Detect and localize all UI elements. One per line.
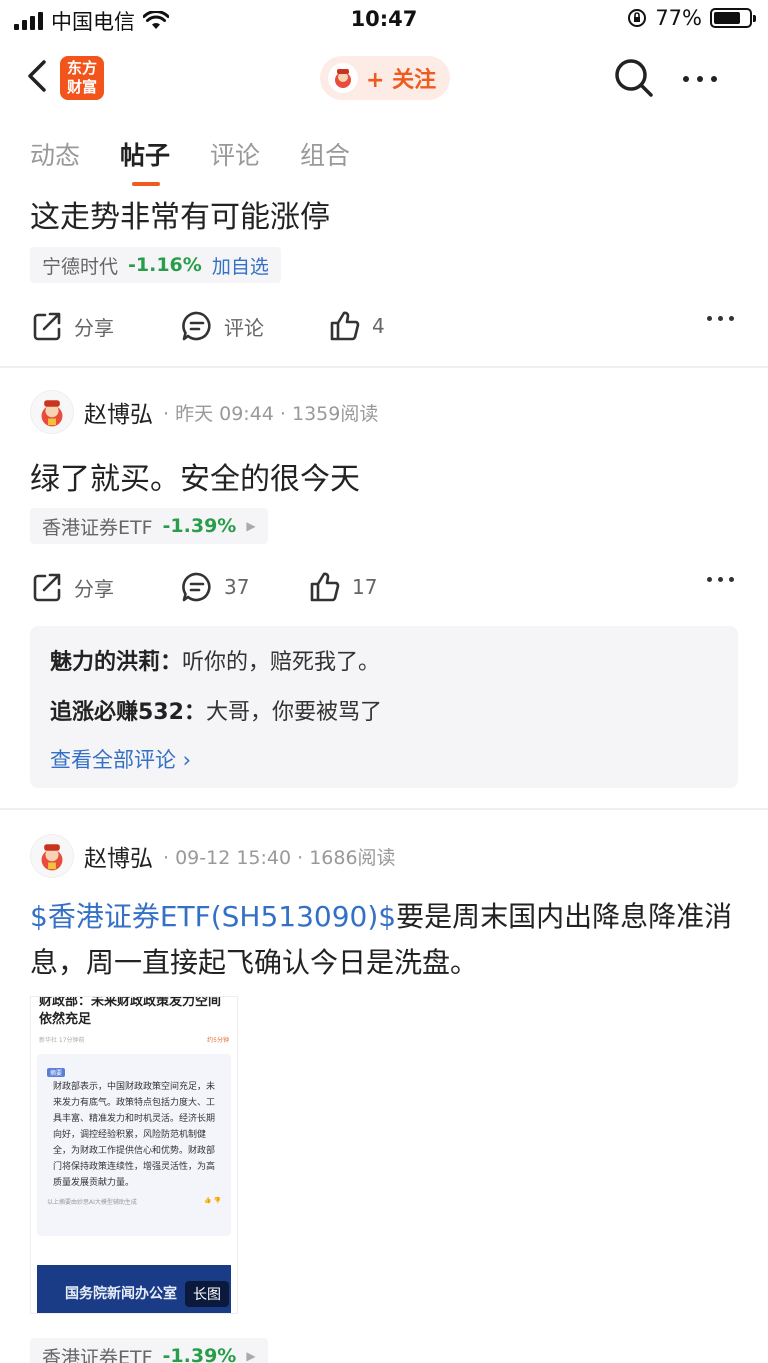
post-more-icon[interactable] [707, 316, 734, 321]
fortune-god-avatar-icon [41, 400, 63, 427]
stock-chip[interactable]: 宁德时代 -1.16% 加自选 [30, 247, 281, 283]
news-source: 新华社 17分钟前 [39, 1037, 85, 1044]
like-button[interactable]: 17 [308, 567, 377, 607]
feedback-icons: 👍 👎 [204, 1197, 221, 1204]
comment-user[interactable]: 魅力的洪莉： [50, 650, 182, 675]
comment-label: 评论 [224, 315, 264, 340]
comment-user[interactable]: 追涨必赚532： [50, 700, 206, 725]
thumbs-up-icon [330, 311, 360, 341]
news-footnote: 以上摘要由妙思AI大模型辅助生成 👍 👎 [47, 1197, 221, 1206]
thumbs-up-icon [310, 572, 340, 602]
like-count: 4 [372, 314, 385, 338]
comment-count: 37 [224, 575, 250, 599]
orientation-lock-icon [628, 9, 647, 27]
status-bar: 中国电信 10:47 77% [0, 0, 768, 40]
fortune-god-avatar-icon [41, 844, 63, 871]
stock-name: 香港证券ETF [42, 1346, 153, 1363]
summary-tag: 摘要 [47, 1068, 66, 1077]
back-arrow-icon[interactable] [22, 58, 52, 94]
author-name[interactable]: 赵博弘 [84, 395, 153, 429]
post-text[interactable]: 绿了就买。安全的很今天 [30, 454, 360, 498]
news-summary-card: 摘要 财政部表示，中国财政政策空间充足，未来发力有底气。政策特点包括力度大、工具… [37, 1054, 231, 1236]
news-meta: 新华社 17分钟前 约5分钟 [31, 1029, 237, 1050]
chip-arrow-icon: ▶ [246, 1349, 256, 1363]
tab-comments[interactable]: 评论 [210, 136, 260, 172]
share-icon [33, 312, 61, 341]
comment-icon [182, 572, 211, 602]
share-button[interactable]: 分享 [30, 306, 114, 346]
profile-tabs: 动态 帖子 评论 组合 [30, 136, 350, 186]
news-body: 财政部表示，中国财政政策空间充足，未来发力有底气。政策特点包括力度大、工具丰富、… [53, 1082, 216, 1188]
news-listen: 约5分钟 [207, 1037, 229, 1044]
avatar[interactable] [30, 390, 74, 434]
divider [0, 366, 768, 368]
app-logo[interactable]: 东方 财富 [60, 56, 104, 100]
stock-name: 香港证券ETF [42, 516, 153, 539]
comment-text: 大哥，你要被骂了 [205, 700, 382, 725]
avatar[interactable] [30, 834, 74, 878]
comment-preview-box[interactable]: 魅力的洪莉：听你的，赔死我了。 追涨必赚532：大哥，你要被骂了 查看全部评论 … [30, 626, 738, 788]
search-icon[interactable] [612, 56, 656, 100]
like-button[interactable]: 4 [328, 306, 385, 346]
stock-change: -1.39% [162, 515, 237, 537]
post-actions: 分享 37 17 [30, 567, 740, 607]
like-count: 17 [352, 575, 378, 599]
post-actions: 分享 评论 4 [30, 306, 740, 346]
logo-text-top: 东方 [66, 59, 97, 77]
share-label: 分享 [74, 576, 114, 601]
author-name[interactable]: 赵博弘 [84, 839, 153, 873]
comment-item: 追涨必赚532：大哥，你要被骂了 [50, 694, 718, 726]
tab-posts[interactable]: 帖子 [120, 136, 170, 186]
stock-link[interactable]: $香港证券ETF(SH513090)$ [30, 900, 396, 933]
share-icon [33, 573, 61, 602]
stock-chip[interactable]: 香港证券ETF -1.39% ▶ [30, 508, 268, 544]
divider [0, 808, 768, 810]
comment-item: 魅力的洪莉：听你的，赔死我了。 [50, 644, 718, 676]
post-image[interactable]: 财政部：未来财政政策发力空间依然充足 新华社 17分钟前 约5分钟 摘要 财政部… [30, 996, 238, 1314]
stock-change: -1.39% [162, 1345, 237, 1363]
share-button[interactable]: 分享 [30, 567, 114, 607]
comment-icon [182, 311, 211, 341]
fortune-god-avatar-icon [335, 69, 351, 88]
follow-label: + 关注 [366, 68, 437, 93]
author-row: 赵博弘 · 09-12 15:40 · 1686阅读 [30, 834, 396, 878]
battery-percent: 77% [655, 6, 702, 30]
news-title: 财政部：未来财政政策发力空间依然充足 [39, 996, 222, 1027]
post-text[interactable]: $香港证券ETF(SH513090)$要是周末国内出降息降准消息，周一直接起飞确… [30, 894, 745, 986]
news-footnote-text: 以上摘要由妙思AI大模型辅助生成 [47, 1199, 137, 1206]
comment-button[interactable]: 37 [180, 567, 249, 607]
follow-button[interactable]: + 关注 [320, 56, 450, 100]
stock-name: 宁德时代 [42, 255, 119, 278]
share-label: 分享 [74, 315, 114, 340]
tab-portfolio[interactable]: 组合 [300, 136, 350, 172]
nav-bar: 东方 财富 + 关注 [0, 44, 768, 110]
stock-change: -1.16% [128, 254, 202, 276]
avatar [328, 63, 358, 93]
battery-icon [710, 8, 756, 28]
logo-text-bottom: 财富 [66, 78, 97, 96]
post-more-icon[interactable] [707, 577, 734, 582]
post-meta: · 昨天 09:44 · 1359阅读 [163, 402, 379, 425]
post-meta: · 09-12 15:40 · 1686阅读 [163, 846, 396, 869]
long-image-badge: 长图 [185, 1281, 229, 1307]
view-all-comments-link[interactable]: 查看全部评论 › [50, 744, 718, 774]
stock-chip[interactable]: 香港证券ETF -1.39% ▶ [30, 1338, 268, 1363]
comment-button[interactable]: 评论 [180, 306, 264, 346]
add-watchlist-button[interactable]: 加自选 [212, 252, 269, 279]
author-row: 赵博弘 · 昨天 09:44 · 1359阅读 [30, 390, 378, 434]
post-text[interactable]: 这走势非常有可能涨停 [30, 192, 330, 236]
more-options-icon[interactable] [680, 64, 720, 94]
tab-dynamics[interactable]: 动态 [30, 136, 80, 172]
chip-arrow-icon: ▶ [246, 519, 256, 533]
comment-text: 听你的，赔死我了。 [182, 650, 381, 675]
